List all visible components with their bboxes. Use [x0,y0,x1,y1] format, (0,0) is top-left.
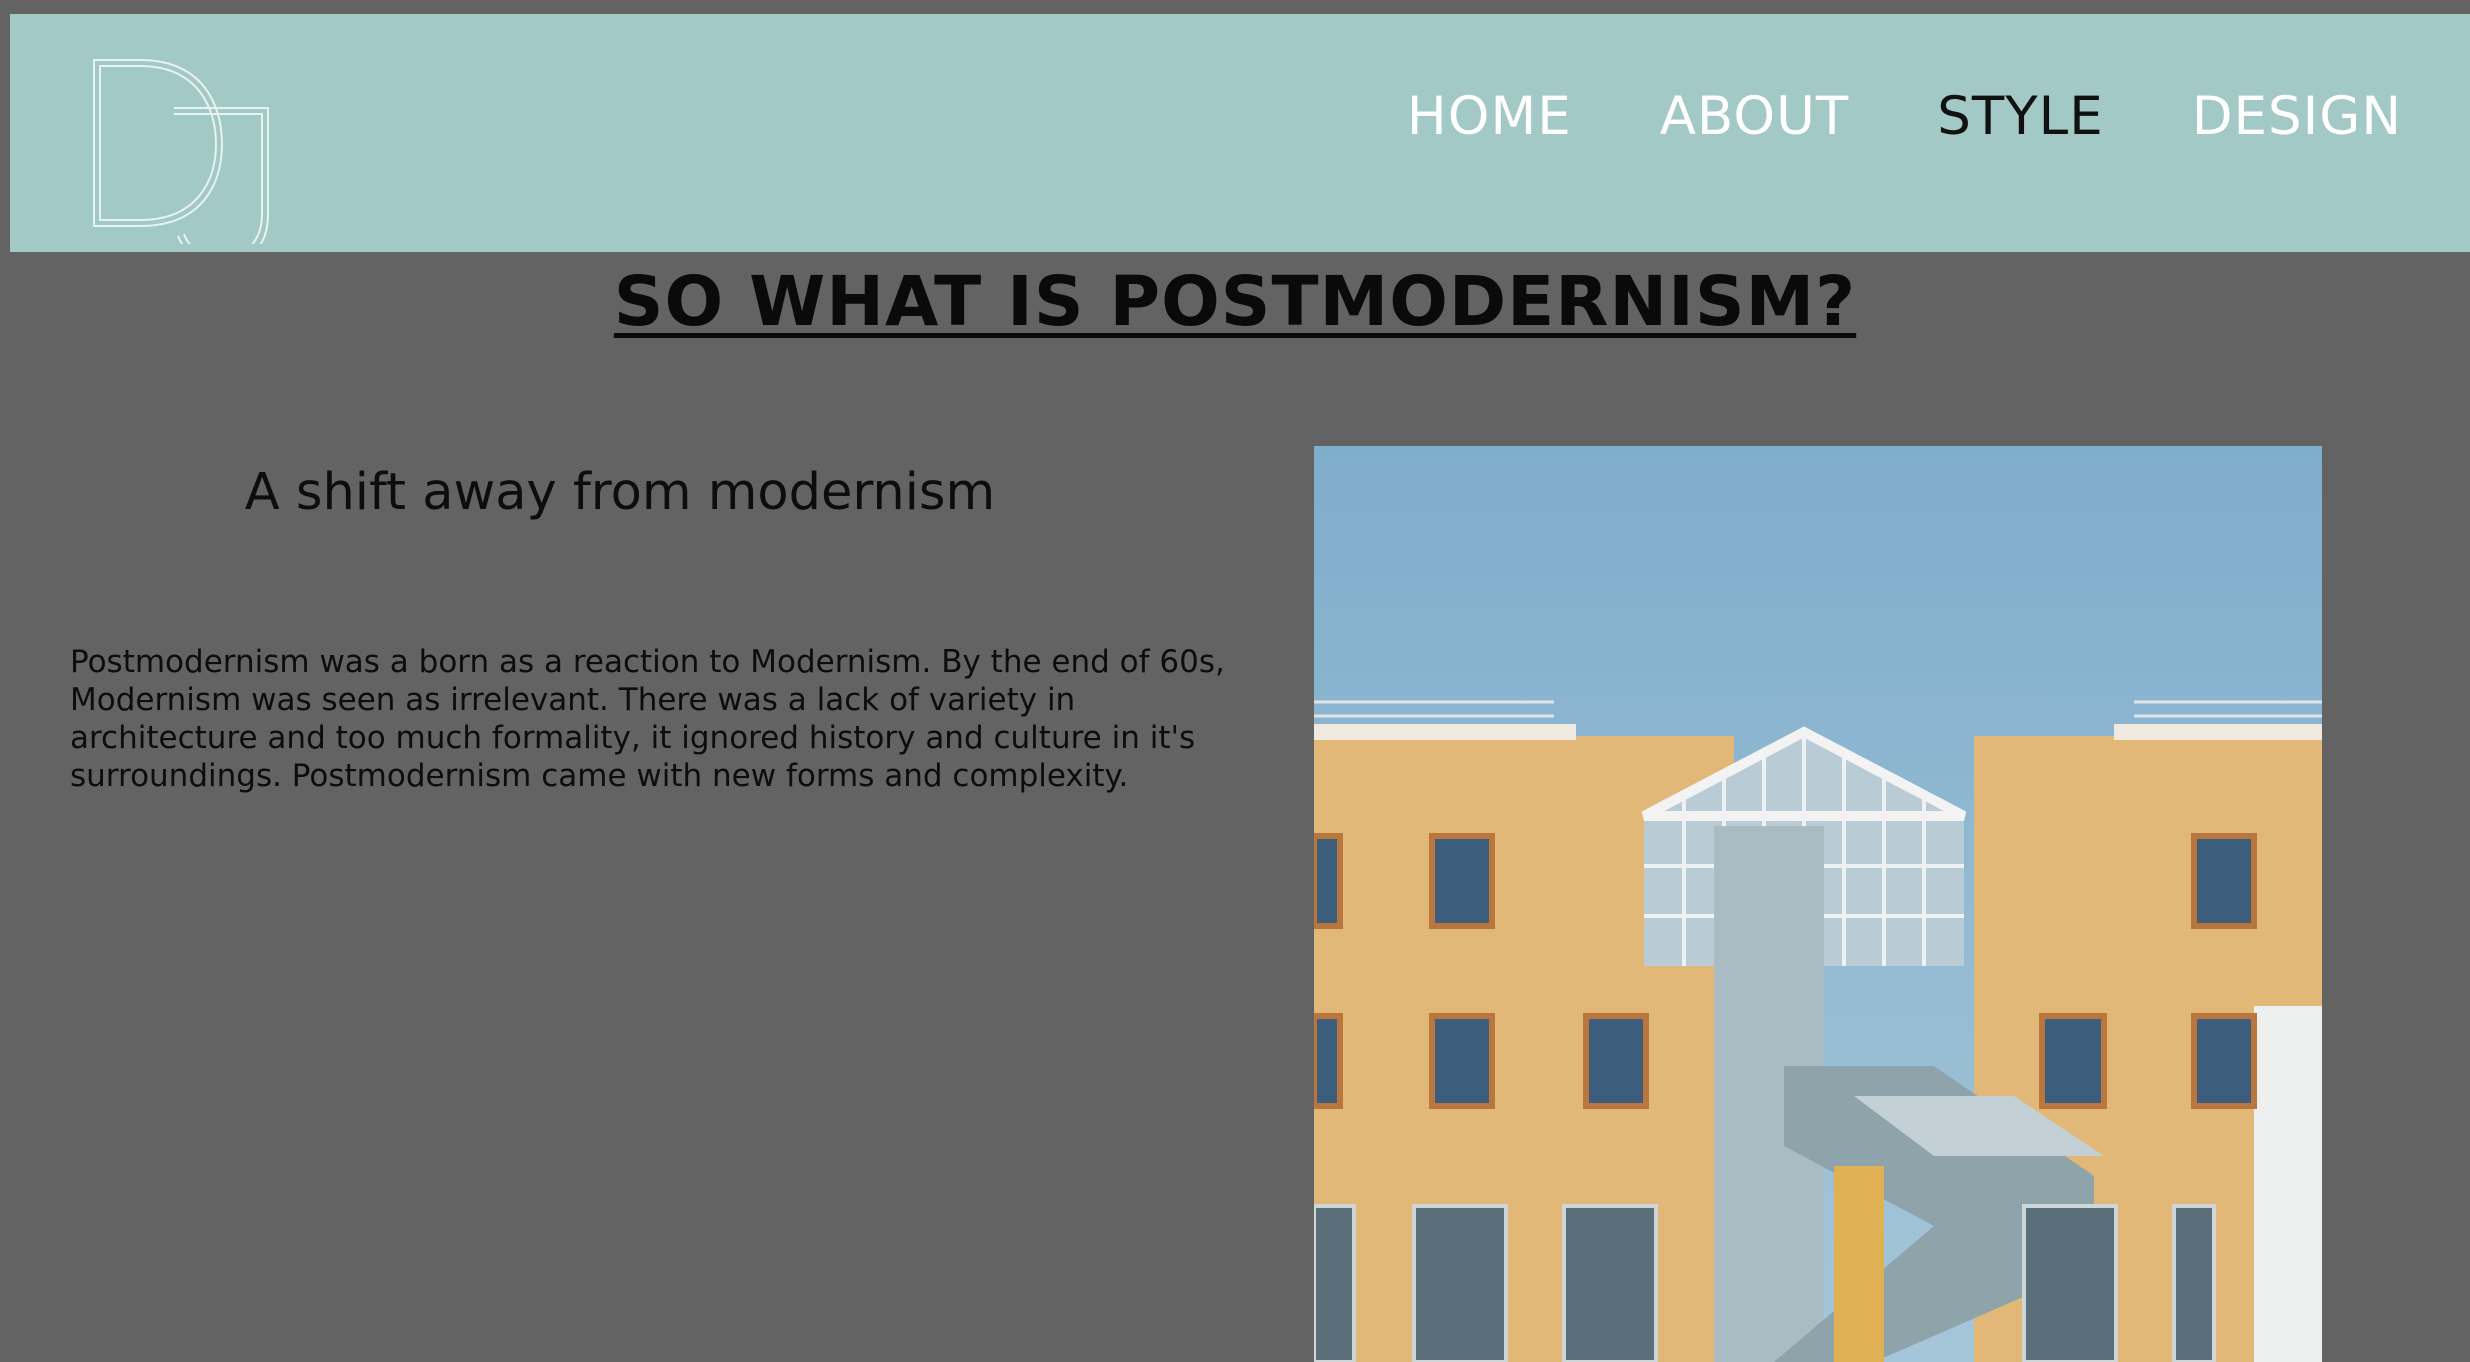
nav-design-link[interactable]: DESIGN [2192,86,2402,147]
main-nav: HOME ABOUT STYLE DESIGN [1407,14,2402,219]
section-subtitle: A shift away from modernism [244,463,996,522]
nav-about-link[interactable]: ABOUT [1660,86,1850,147]
nav-style-link[interactable]: STYLE [1937,86,2103,147]
dj-logo-icon[interactable] [82,44,282,266]
page-title: SO WHAT IS POSTMODERNISM? [613,262,1857,342]
postmodern-building-photo [1314,446,2322,1362]
intro-paragraph: Postmodernism was a born as a reaction t… [70,644,1225,794]
nav-home-link[interactable]: HOME [1407,86,1572,147]
site-header: HOME ABOUT STYLE DESIGN [10,14,2470,266]
